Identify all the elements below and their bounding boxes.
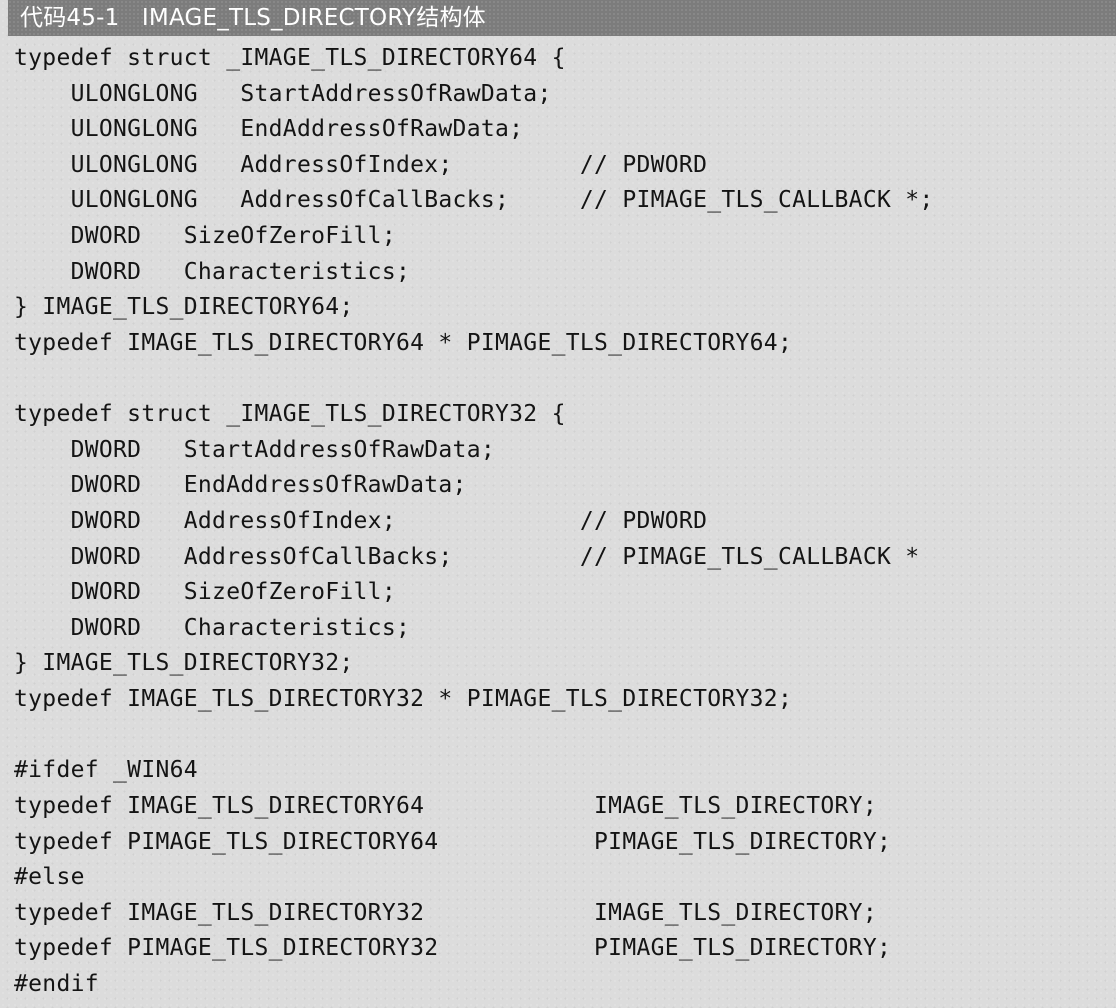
code-line: DWORD StartAddressOfRawData; — [14, 437, 496, 463]
code-line: #else — [14, 864, 85, 890]
code-line: typedef IMAGE_TLS_DIRECTORY32 IMAGE_TLS_… — [14, 900, 877, 926]
code-line: typedef IMAGE_TLS_DIRECTORY32 * PIMAGE_T… — [14, 686, 793, 712]
listing-caption: 代码45-1 IMAGE_TLS_DIRECTORY结构体 — [20, 5, 486, 31]
code-line: DWORD SizeOfZeroFill; — [14, 579, 396, 605]
code-line: } IMAGE_TLS_DIRECTORY64; — [14, 294, 354, 320]
code-line: } IMAGE_TLS_DIRECTORY32; — [14, 650, 354, 676]
code-line: DWORD SizeOfZeroFill; — [14, 223, 396, 249]
listing-caption-bar: 代码45-1 IMAGE_TLS_DIRECTORY结构体 — [8, 0, 1116, 36]
code-line: ULONGLONG StartAddressOfRawData; — [14, 81, 552, 107]
code-line: DWORD Characteristics; — [14, 259, 411, 285]
code-line: #ifdef _WIN64 — [14, 757, 198, 783]
code-line: typedef struct _IMAGE_TLS_DIRECTORY32 { — [14, 401, 566, 427]
code-line: ULONGLONG AddressOfIndex; // PDWORD — [14, 152, 708, 178]
code-line: DWORD AddressOfIndex; // PDWORD — [14, 508, 708, 534]
code-line: typedef PIMAGE_TLS_DIRECTORY64 PIMAGE_TL… — [14, 829, 892, 855]
code-line: #endif — [14, 971, 99, 997]
code-line: typedef PIMAGE_TLS_DIRECTORY32 PIMAGE_TL… — [14, 935, 892, 961]
code-line: typedef IMAGE_TLS_DIRECTORY64 IMAGE_TLS_… — [14, 793, 877, 819]
code-line: typedef IMAGE_TLS_DIRECTORY64 * PIMAGE_T… — [14, 330, 793, 356]
code-listing-page: 代码45-1 IMAGE_TLS_DIRECTORY结构体 typedef st… — [0, 0, 1116, 1008]
code-line: typedef struct _IMAGE_TLS_DIRECTORY64 { — [14, 45, 566, 71]
code-line: DWORD Characteristics; — [14, 615, 411, 641]
code-line: DWORD AddressOfCallBacks; // PIMAGE_TLS_… — [14, 544, 920, 570]
code-line: DWORD EndAddressOfRawData; — [14, 472, 467, 498]
code-line: ULONGLONG AddressOfCallBacks; // PIMAGE_… — [14, 187, 934, 213]
code-line: ULONGLONG EndAddressOfRawData; — [14, 116, 524, 142]
